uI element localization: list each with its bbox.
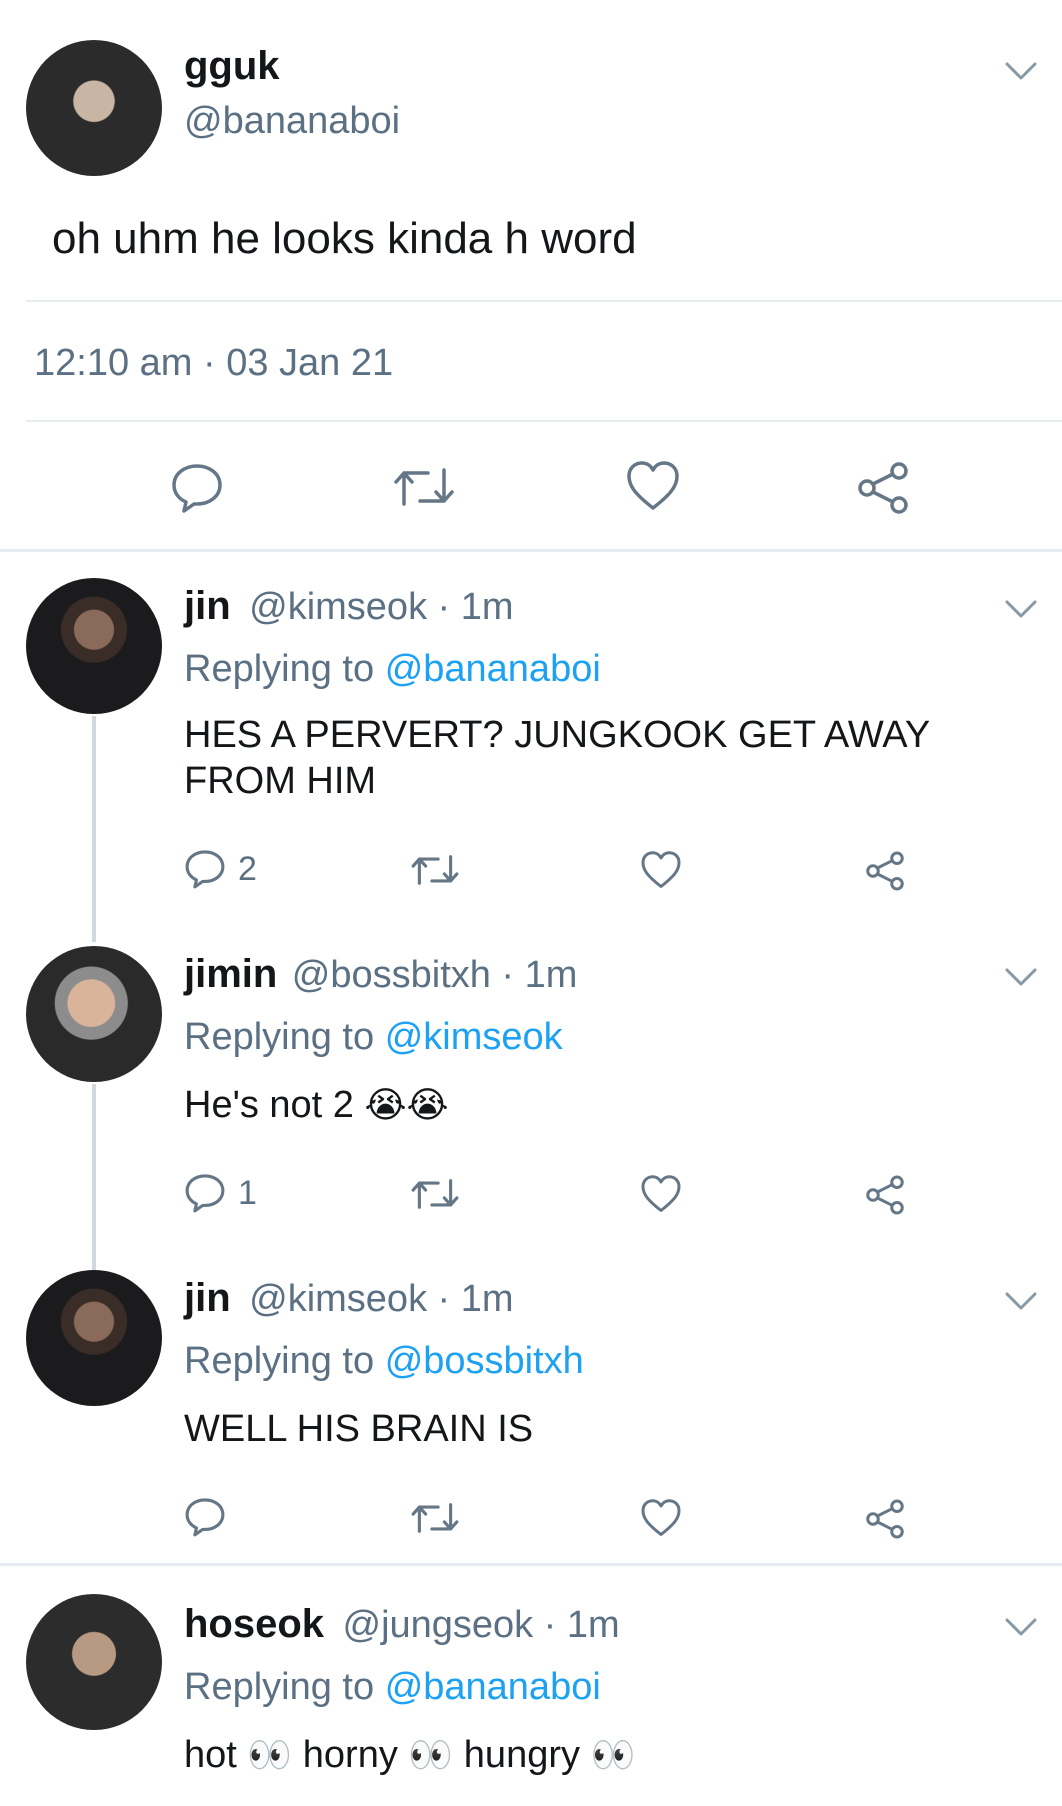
divider <box>26 420 1062 422</box>
reply-time: · 1m <box>501 954 578 996</box>
replying-to-label: Replying to <box>184 1016 375 1058</box>
replying-to: Replying to @kimseok <box>184 1016 563 1059</box>
reply-icon <box>185 1498 225 1537</box>
chevron-down-icon[interactable] <box>1004 966 1038 988</box>
share-button[interactable] <box>864 1498 906 1540</box>
reply-header: hoseok @jungseok · 1m <box>184 1602 620 1647</box>
eyes-emoji: 👀 <box>590 1735 636 1776</box>
like-button[interactable] <box>625 460 681 512</box>
avatar[interactable] <box>26 946 162 1082</box>
like-icon <box>641 1499 681 1536</box>
retweet-icon <box>411 1179 459 1209</box>
reply-time: · 1m <box>543 1604 620 1646</box>
share-button[interactable] <box>855 460 911 516</box>
tweet-text: oh uhm he looks kinda h word <box>52 214 637 263</box>
tweet-timestamp: 12:10 am · 03 Jan 21 <box>34 342 394 384</box>
share-button[interactable] <box>864 850 906 892</box>
reply-icon <box>185 1174 225 1213</box>
chevron-down-icon[interactable] <box>1004 1616 1038 1638</box>
tweet-text: WELL HIS BRAIN IS <box>184 1408 534 1450</box>
replying-to-handle[interactable]: @bananaboi <box>385 1666 601 1708</box>
thread-line <box>92 716 96 942</box>
retweet-icon <box>394 468 454 506</box>
avatar[interactable] <box>26 578 162 714</box>
tweet-word: horny <box>302 1734 398 1776</box>
share-button[interactable] <box>864 1174 906 1216</box>
replying-to-label: Replying to <box>184 1340 375 1382</box>
divider <box>0 549 1062 552</box>
author-name[interactable]: jin <box>184 584 231 628</box>
like-button[interactable] <box>640 850 682 890</box>
reply-time: · 1m <box>437 1278 514 1320</box>
like-button[interactable] <box>640 1498 682 1538</box>
thread-line <box>92 1084 96 1270</box>
crying-face-emoji: 😭😭 <box>364 1085 449 1126</box>
reply-header: jin @kimseok · 1m <box>184 584 514 629</box>
reply-button[interactable]: 2 <box>184 848 257 890</box>
tweet-word: hungry <box>463 1734 580 1776</box>
divider <box>0 1563 1062 1566</box>
replying-to: Replying to @bananaboi <box>184 648 601 691</box>
tweet-text: He's not 2 😭😭 <box>184 1082 449 1129</box>
like-icon <box>641 851 681 888</box>
retweet-button[interactable] <box>392 464 456 510</box>
author-handle[interactable]: @kimseok <box>249 1278 427 1320</box>
author-name[interactable]: hoseok <box>184 1602 324 1646</box>
tweet-text-content: He's not 2 <box>184 1084 354 1126</box>
author-handle[interactable]: @bananaboi <box>184 100 400 143</box>
reply-header: jin @kimseok · 1m <box>184 1276 514 1321</box>
avatar[interactable] <box>26 1270 162 1406</box>
author-handle[interactable]: @bossbitxh <box>292 954 491 996</box>
like-button[interactable] <box>640 1174 682 1214</box>
reply-icon <box>172 464 222 513</box>
replying-to: Replying to @bossbitxh <box>184 1340 584 1383</box>
replying-to-label: Replying to <box>184 648 375 690</box>
chevron-down-icon[interactable] <box>1004 1290 1038 1312</box>
reply-time: · 1m <box>437 586 514 628</box>
share-icon <box>866 851 904 891</box>
reply-button[interactable] <box>170 462 224 514</box>
retweet-button[interactable] <box>410 852 460 888</box>
replying-to-handle[interactable]: @bossbitxh <box>385 1340 584 1382</box>
retweet-icon <box>411 855 459 885</box>
tweet-text: HES A PERVERT? JUNGKOOK GET AWAY FROM HI… <box>184 714 930 802</box>
author-handle[interactable]: @kimseok <box>249 586 427 628</box>
author-name[interactable]: jin <box>184 1276 231 1320</box>
eyes-emoji: 👀 <box>247 1735 293 1776</box>
replying-to-handle[interactable]: @kimseok <box>385 1016 563 1058</box>
eyes-emoji: 👀 <box>408 1735 454 1776</box>
replying-to: Replying to @bananaboi <box>184 1666 601 1709</box>
retweet-icon <box>411 1503 459 1533</box>
reply-icon <box>185 850 225 889</box>
reply-count: 2 <box>238 849 257 888</box>
tweet-word: hot <box>184 1734 237 1776</box>
replying-to-label: Replying to <box>184 1666 375 1708</box>
divider <box>26 300 1062 302</box>
reply-button[interactable] <box>184 1496 226 1538</box>
replying-to-handle[interactable]: @bananaboi <box>385 648 601 690</box>
like-icon <box>627 461 679 510</box>
reply-count: 1 <box>238 1173 257 1212</box>
tweet-text: hot 👀 horny 👀 hungry 👀 <box>184 1732 635 1779</box>
share-icon <box>866 1499 904 1539</box>
avatar[interactable] <box>26 1594 162 1730</box>
retweet-button[interactable] <box>410 1176 460 1212</box>
author-handle[interactable]: @jungseok <box>343 1604 534 1646</box>
retweet-button[interactable] <box>410 1500 460 1536</box>
chevron-down-icon[interactable] <box>1004 60 1038 82</box>
avatar[interactable] <box>26 40 162 176</box>
like-icon <box>641 1175 681 1212</box>
author-name[interactable]: gguk <box>184 44 280 89</box>
share-icon <box>866 1175 904 1215</box>
author-name[interactable]: jimin <box>184 952 277 996</box>
chevron-down-icon[interactable] <box>1004 598 1038 620</box>
share-icon <box>858 462 908 514</box>
reply-button[interactable]: 1 <box>184 1172 257 1214</box>
reply-header: jimin @bossbitxh · 1m <box>184 952 577 997</box>
